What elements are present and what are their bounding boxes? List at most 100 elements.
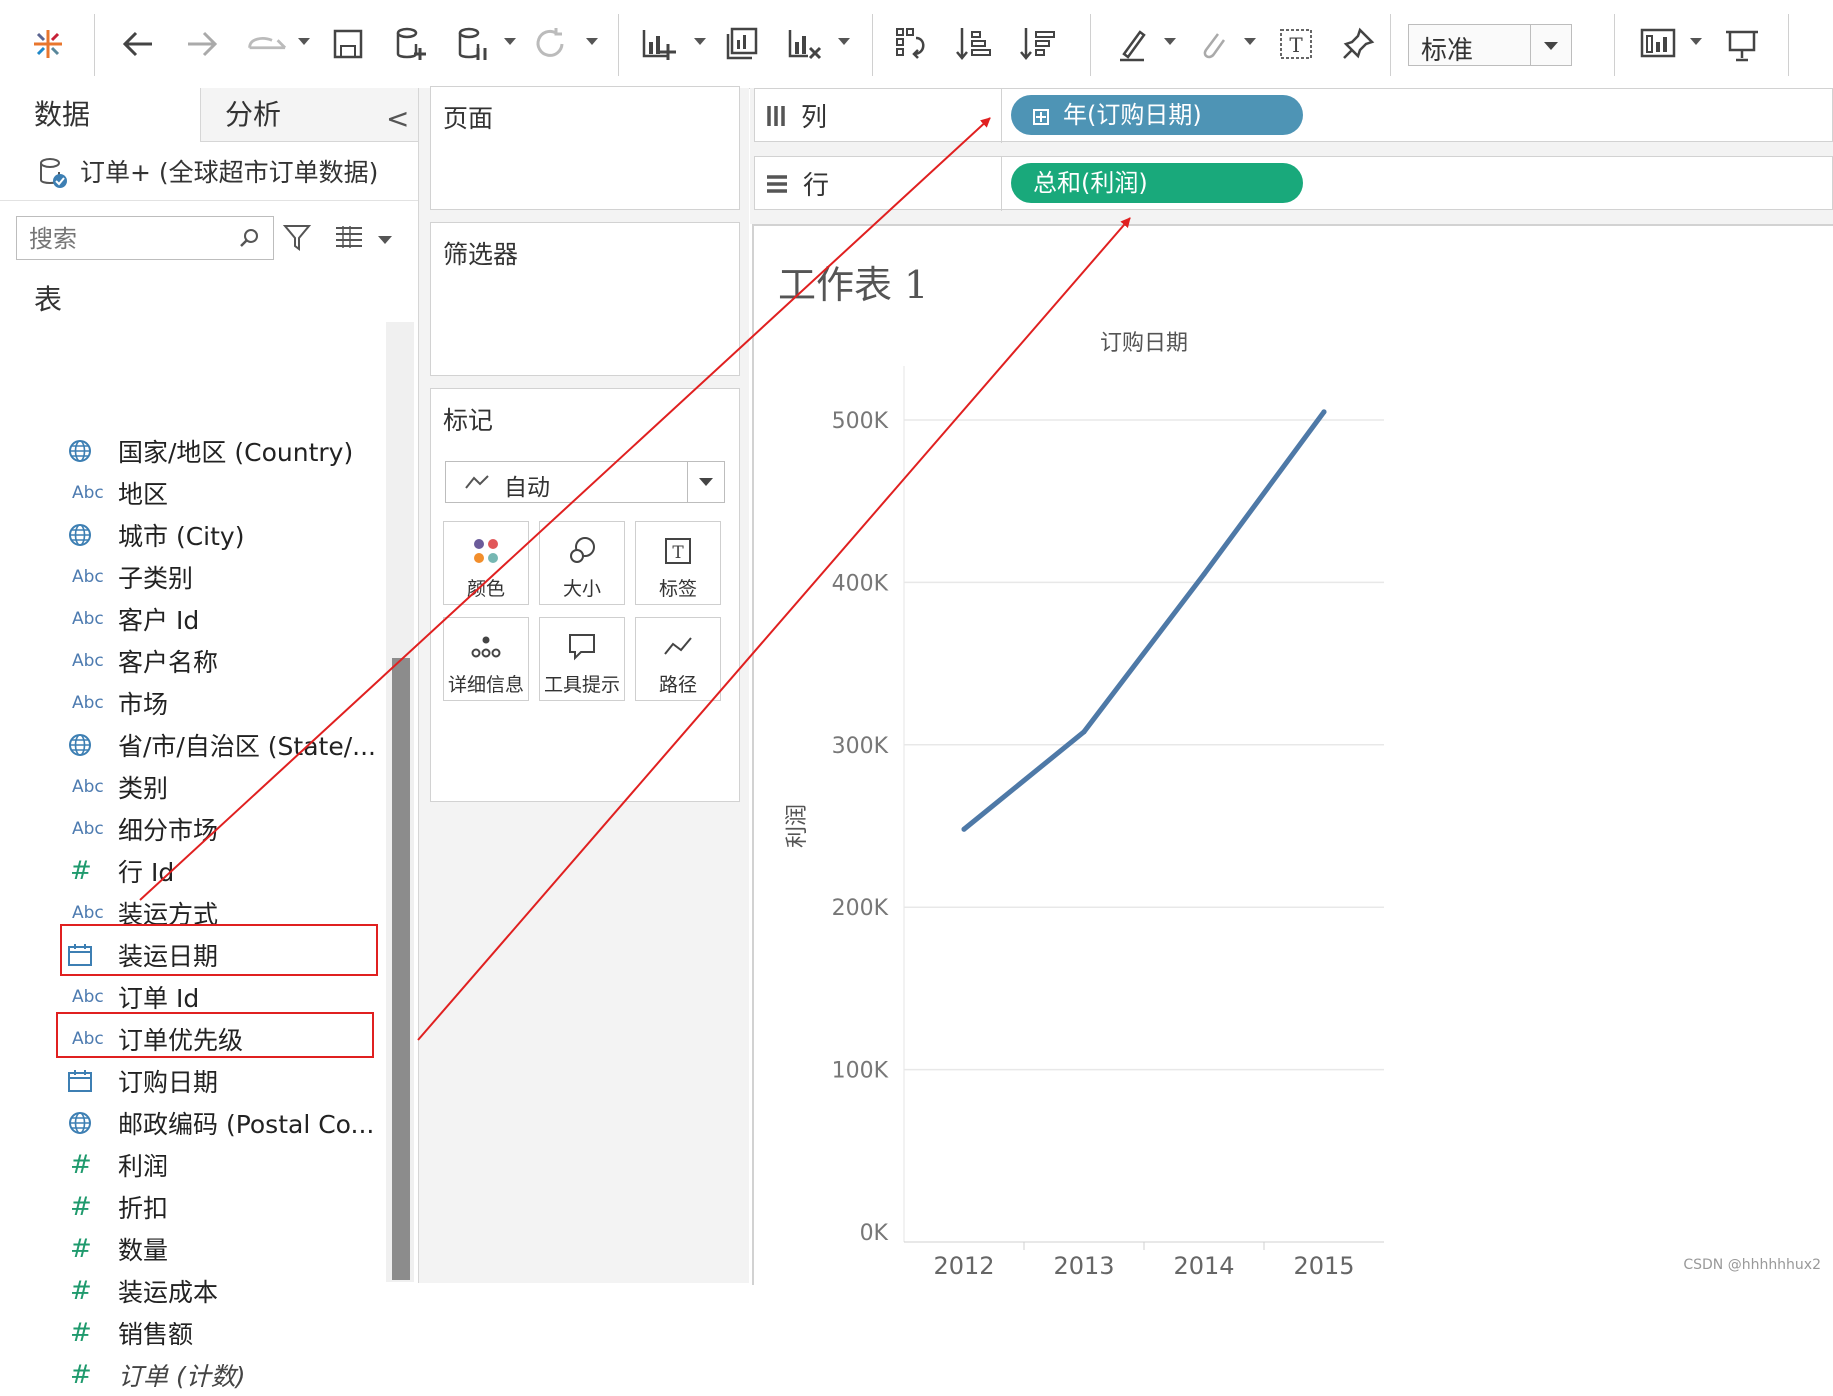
- field-label: 订单 Id: [118, 984, 200, 1013]
- field-item[interactable]: 邮政编码 (Postal Co...: [60, 1102, 390, 1144]
- data-point: [961, 826, 967, 832]
- mark-button-size[interactable]: 大小: [539, 521, 625, 605]
- sort-descending-icon[interactable]: [1016, 22, 1060, 66]
- number-type-icon: #: [70, 1360, 92, 1390]
- svg-text:T: T: [672, 543, 684, 563]
- mark-button-path[interactable]: 路径: [635, 617, 721, 701]
- mark-type-value: 自动: [504, 475, 550, 501]
- swap-icon[interactable]: [890, 22, 934, 66]
- mark-button-detail[interactable]: 详细信息: [443, 617, 529, 701]
- mark-button-color[interactable]: 颜色: [443, 521, 529, 605]
- search-input[interactable]: [27, 223, 231, 255]
- search-field[interactable]: [16, 216, 274, 260]
- string-type-icon: Abc: [72, 693, 104, 713]
- field-item[interactable]: # 订单 (计数): [60, 1354, 390, 1396]
- columns-pill[interactable]: 年(订购日期): [1011, 95, 1303, 135]
- tooltip-icon: [540, 630, 624, 664]
- field-item[interactable]: 订购日期: [60, 1060, 390, 1102]
- field-item[interactable]: # 利润: [60, 1144, 390, 1186]
- field-label: 利润: [118, 1152, 169, 1181]
- field-label: 订单 (计数): [118, 1362, 246, 1391]
- save-icon[interactable]: [326, 22, 370, 66]
- presentation-icon[interactable]: [1720, 22, 1764, 66]
- field-item[interactable]: # 销售额: [60, 1312, 390, 1354]
- field-item[interactable]: # 行 Id: [60, 850, 390, 892]
- fit-select[interactable]: 标准: [1408, 24, 1572, 66]
- pages-card[interactable]: 页面: [430, 86, 740, 210]
- number-type-icon: #: [70, 1192, 92, 1222]
- field-item[interactable]: Abc 市场: [60, 682, 390, 724]
- group-icon[interactable]: [1190, 22, 1234, 66]
- field-item[interactable]: 省/市/自治区 (State/...: [60, 724, 390, 766]
- field-item[interactable]: Abc 客户 Id: [60, 598, 390, 640]
- pause-update-icon[interactable]: [450, 22, 494, 66]
- globe-icon: [60, 731, 118, 759]
- worksheet-view[interactable]: 工作表 1 订购日期 利润 0K 100K 200K 300K 400K 500K 2012 20…: [752, 224, 1833, 1285]
- chevron-down-icon[interactable]: [1530, 25, 1571, 65]
- highlight-box-profit: [56, 1012, 374, 1058]
- field-item[interactable]: # 数量: [60, 1228, 390, 1270]
- tab-data[interactable]: 数据: [0, 88, 200, 142]
- collapse-pane-icon[interactable]: <: [386, 102, 409, 135]
- marks-card-title: 标记: [443, 406, 494, 435]
- mark-type-select[interactable]: 自动: [445, 461, 725, 503]
- pin-icon[interactable]: [1336, 22, 1380, 66]
- string-type-icon: Abc: [72, 903, 104, 923]
- datasource-item[interactable]: 订单+ (全球超市订单数据): [38, 150, 378, 196]
- chevron-down-icon[interactable]: [378, 236, 392, 244]
- mark-button-tooltip[interactable]: 工具提示: [539, 617, 625, 701]
- y-tick-label: 200K: [832, 896, 889, 921]
- line-chart[interactable]: 订购日期利润 0K 100K 200K 300K 400K 500K 2012 2013 2014…: [754, 226, 1833, 1285]
- filters-card[interactable]: 筛选器: [430, 222, 740, 376]
- x-tick-label: 2015: [1293, 1252, 1354, 1280]
- clear-sheet-icon[interactable]: [782, 22, 826, 66]
- rows-shelf[interactable]: 行 总和(利润): [754, 156, 1833, 211]
- datasource-icon: [40, 158, 67, 188]
- tableau-logo-icon[interactable]: [26, 22, 70, 66]
- view-list-icon[interactable]: [334, 224, 364, 250]
- label-icon[interactable]: T: [1274, 22, 1318, 66]
- field-list-scrollbar-thumb[interactable]: [392, 658, 410, 1280]
- chevron-down-icon[interactable]: [687, 462, 724, 502]
- mark-button-label: 颜色: [466, 578, 505, 600]
- field-item[interactable]: Abc 细分市场: [60, 808, 390, 850]
- field-item[interactable]: Abc 类别: [60, 766, 390, 808]
- filter-icon[interactable]: [282, 222, 312, 252]
- y-tick-label: 100K: [832, 1059, 889, 1084]
- new-datasource-icon[interactable]: [388, 22, 432, 66]
- replay-icon[interactable]: [240, 22, 304, 66]
- data-point: [1201, 571, 1207, 577]
- field-item[interactable]: Abc 子类别: [60, 556, 390, 598]
- field-item[interactable]: Abc 地区: [60, 472, 390, 514]
- marks-card: 标记 自动 颜色 大小 T 标签详细信息 工具提示 路径: [430, 388, 740, 802]
- field-item[interactable]: # 装运成本: [60, 1270, 390, 1312]
- field-label: 折扣: [118, 1194, 169, 1223]
- field-item[interactable]: Abc 客户名称: [60, 640, 390, 682]
- field-item[interactable]: # 折扣: [60, 1186, 390, 1228]
- watermark: CSDN @hhhhhhux2: [1683, 1257, 1821, 1273]
- rows-pill[interactable]: 总和(利润): [1011, 163, 1303, 203]
- show-cards-icon[interactable]: [1636, 22, 1680, 66]
- label-icon: T: [636, 534, 720, 568]
- sort-ascending-icon[interactable]: [952, 22, 996, 66]
- redo-icon[interactable]: [180, 22, 224, 66]
- field-item[interactable]: 国家/地区 (Country): [60, 430, 390, 472]
- columns-shelf[interactable]: 列 年(订购日期): [754, 88, 1833, 143]
- new-worksheet-icon[interactable]: [636, 22, 680, 66]
- rows-label-text: 行: [803, 171, 830, 201]
- field-label: 装运成本: [118, 1278, 219, 1307]
- string-type-icon: Abc: [72, 483, 104, 503]
- field-item[interactable]: 城市 (City): [60, 514, 390, 556]
- y-tick-label: 400K: [832, 571, 889, 596]
- y-tick-label: 300K: [832, 734, 889, 759]
- field-label: 市场: [118, 690, 169, 719]
- duplicate-sheet-icon[interactable]: [720, 22, 764, 66]
- field-label: 客户名称: [118, 648, 219, 677]
- calendar-icon: [60, 1068, 118, 1094]
- color-icon: [444, 534, 528, 568]
- undo-icon[interactable]: [116, 22, 160, 66]
- refresh-icon[interactable]: [528, 22, 572, 66]
- highlight-icon[interactable]: [1110, 22, 1154, 66]
- mark-button-label[interactable]: T 标签: [635, 521, 721, 605]
- x-tick-label: 2013: [1053, 1252, 1114, 1280]
